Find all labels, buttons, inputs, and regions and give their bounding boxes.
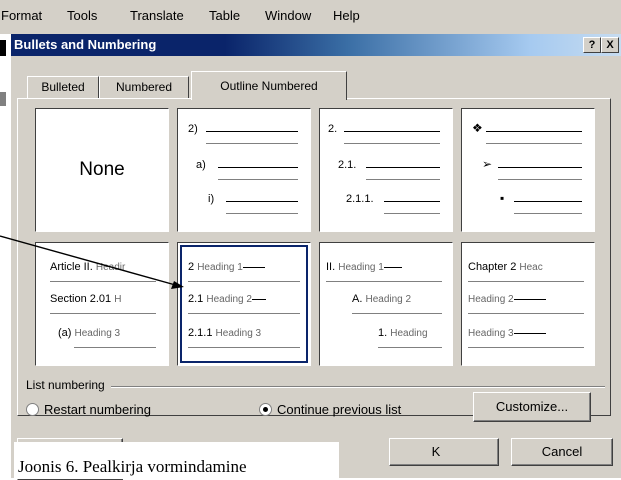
arrow-head-icon — [171, 281, 184, 289]
arrow-line — [0, 235, 180, 287]
tab-outline-numbered[interactable]: Outline Numbered — [191, 71, 347, 100]
